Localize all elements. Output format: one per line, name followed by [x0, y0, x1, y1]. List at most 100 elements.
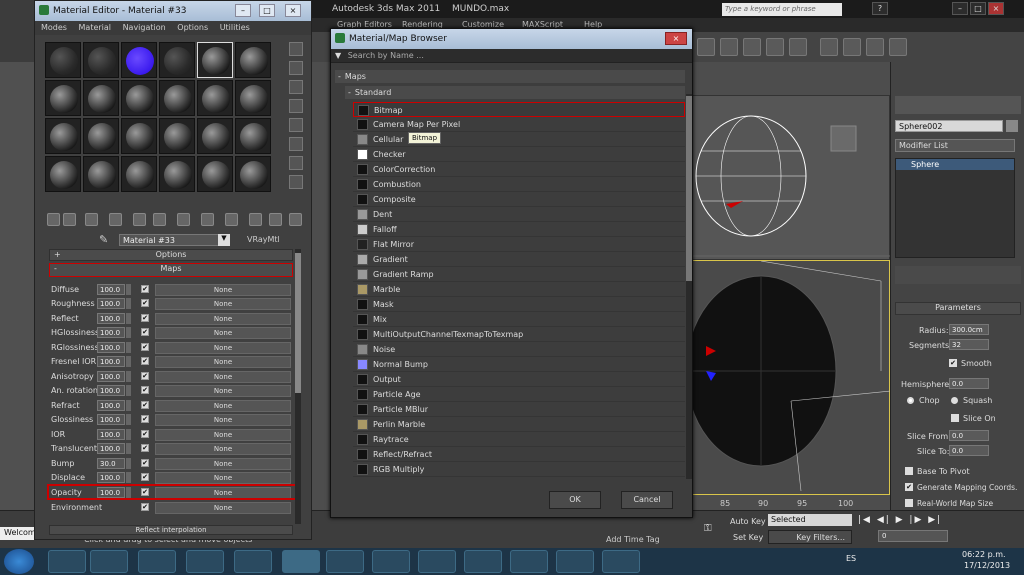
maps-group-header[interactable]: - Maps — [335, 70, 685, 83]
map-amount[interactable]: 100.0 — [97, 313, 125, 324]
slice-to-field[interactable]: 0.0 — [949, 445, 989, 456]
menu-material[interactable]: Material — [79, 23, 112, 32]
smooth-checkbox[interactable]: ✔ — [949, 359, 957, 367]
spinner[interactable] — [126, 313, 131, 324]
map-item-rgb-multiply[interactable]: RGB Multiply — [353, 462, 685, 477]
map-checkbox[interactable]: ✔ — [141, 343, 149, 351]
selection-set-dropdown[interactable]: Selected — [768, 514, 852, 526]
map-item-raytrace[interactable]: Raytrace — [353, 432, 685, 447]
hemisphere-field[interactable]: 0.0 — [949, 378, 989, 389]
sample-slot[interactable] — [235, 156, 271, 192]
outlook-icon[interactable] — [510, 550, 548, 573]
map-item-combustion[interactable]: Combustion — [353, 177, 685, 192]
gen-mapping-checkbox[interactable]: ✔ — [905, 483, 913, 491]
spinner[interactable] — [126, 327, 131, 338]
real-world-checkbox[interactable] — [905, 499, 913, 507]
make-unique-icon[interactable] — [153, 213, 166, 226]
start-button-icon[interactable] — [4, 549, 34, 574]
set-key-button[interactable]: Set Key — [733, 533, 763, 542]
chrome-icon[interactable] — [48, 550, 86, 573]
map-checkbox[interactable]: ✔ — [141, 444, 149, 452]
show-map-icon[interactable] — [225, 213, 238, 226]
map-checkbox[interactable]: ✔ — [141, 285, 149, 293]
toolbar-icon-1[interactable] — [697, 38, 715, 56]
spinner[interactable] — [126, 284, 131, 295]
sample-slot[interactable] — [83, 156, 119, 192]
sample-slot[interactable] — [45, 80, 81, 116]
sample-slot[interactable] — [235, 42, 271, 78]
map-slot-button[interactable]: None — [155, 400, 291, 412]
notepad-icon[interactable] — [234, 550, 272, 573]
render-setup-icon[interactable] — [820, 38, 838, 56]
reflect-interp-rollout[interactable]: Reflect interpolation — [49, 525, 293, 535]
corel-icon[interactable] — [372, 550, 410, 573]
sample-slot[interactable] — [159, 156, 195, 192]
explorer-icon[interactable] — [90, 550, 128, 573]
map-amount[interactable]: 100.0 — [97, 298, 125, 309]
map-slot-button[interactable]: None — [155, 443, 291, 455]
map-item-perlin-marble[interactable]: Perlin Marble — [353, 417, 685, 432]
map-item-reflect-refract[interactable]: Reflect/Refract — [353, 447, 685, 462]
map-amount[interactable]: 100.0 — [97, 356, 125, 367]
add-time-tag[interactable]: Add Time Tag — [606, 535, 660, 544]
toolbar-icon-3[interactable] — [743, 38, 761, 56]
photoshop-icon[interactable] — [464, 550, 502, 573]
map-amount[interactable]: 100.0 — [97, 414, 125, 425]
slice-on-checkbox[interactable] — [951, 414, 959, 422]
map-item-noise[interactable]: Noise — [353, 342, 685, 357]
viewport-perspective[interactable] — [685, 260, 892, 495]
menu-modes[interactable]: Modes — [41, 23, 67, 32]
sample-slot[interactable] — [235, 118, 271, 154]
material-type-button[interactable]: VRayMtl — [247, 235, 280, 244]
map-item-flat-mirror[interactable]: Flat Mirror — [353, 237, 685, 252]
map-slot-button[interactable]: None — [155, 327, 291, 339]
base-to-pivot-checkbox[interactable] — [905, 467, 913, 475]
select-by-material-icon[interactable] — [289, 175, 303, 189]
spinner[interactable] — [126, 414, 131, 425]
sample-slot[interactable] — [121, 80, 157, 116]
map-amount[interactable]: 100.0 — [97, 385, 125, 396]
segments-field[interactable]: 32 — [949, 339, 989, 350]
map-item-composite[interactable]: Composite — [353, 192, 685, 207]
map-item-output[interactable]: Output — [353, 372, 685, 387]
key-filters-button[interactable]: Key Filters... — [768, 530, 852, 544]
sample-slot[interactable] — [159, 118, 195, 154]
options-rollout[interactable]: + Options — [49, 249, 293, 261]
sample-type-icon[interactable] — [289, 42, 303, 56]
map-checkbox[interactable]: ✔ — [141, 415, 149, 423]
map-checkbox[interactable]: ✔ — [141, 328, 149, 336]
map-slot-button[interactable]: None — [155, 284, 291, 296]
map-item-bitmap[interactable]: Bitmap — [353, 102, 685, 117]
toolbar-icon-5[interactable] — [789, 38, 807, 56]
map-amount[interactable]: 30.0 — [97, 458, 125, 469]
parameters-rollout[interactable]: Parameters — [895, 302, 1021, 315]
map-slot-button[interactable]: None — [155, 458, 291, 470]
sample-slot[interactable] — [83, 42, 119, 78]
playback-controls[interactable]: |◀ ◀| ▶ |▶ ▶| — [858, 515, 958, 527]
illustrator-icon[interactable] — [418, 550, 456, 573]
map-checkbox[interactable]: ✔ — [141, 372, 149, 380]
command-panel-tabs[interactable] — [895, 96, 1021, 114]
put-to-scene-icon[interactable] — [63, 213, 76, 226]
render-frame-icon[interactable] — [843, 38, 861, 56]
slice-from-field[interactable]: 0.0 — [949, 430, 989, 441]
spinner[interactable] — [126, 298, 131, 309]
radius-field[interactable]: 300.0cm — [949, 324, 989, 335]
map-slot-button[interactable]: None — [155, 414, 291, 426]
map-checkbox[interactable]: ✔ — [141, 357, 149, 365]
map-slot-button[interactable]: None — [155, 313, 291, 325]
menu-options[interactable]: Options — [177, 23, 208, 32]
material-editor-title-bar[interactable]: Material Editor - Material #33 – □ × — [35, 1, 311, 21]
close-icon[interactable]: × — [665, 32, 687, 45]
pick-material-icon[interactable] — [289, 213, 302, 226]
map-amount[interactable]: 100.0 — [97, 371, 125, 382]
3dsmax-taskbar-icon[interactable] — [282, 550, 320, 573]
sample-slot[interactable] — [159, 80, 195, 116]
sample-slot-active[interactable] — [197, 42, 233, 78]
map-slot-button[interactable]: None — [155, 472, 291, 484]
map-slot-button[interactable]: None — [155, 298, 291, 310]
ok-button[interactable]: OK — [549, 491, 601, 509]
sample-slot[interactable] — [83, 80, 119, 116]
map-item-camera-map-per-pixel[interactable]: Camera Map Per Pixel — [353, 117, 685, 132]
object-name-field[interactable]: Sphere002 — [895, 120, 1003, 132]
